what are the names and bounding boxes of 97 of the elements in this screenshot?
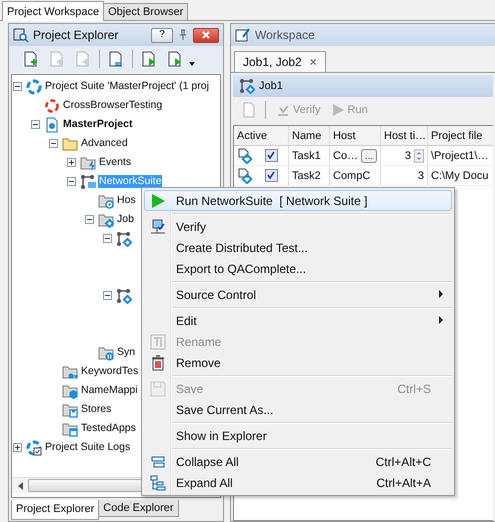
document-icon [44, 116, 60, 132]
table-cell-text: C:\My Docu [430, 168, 490, 184]
folder-pause-icon [98, 344, 114, 360]
table-cell: Co… [333, 150, 358, 162]
close-icon [201, 30, 211, 40]
text-field-icon [150, 334, 166, 350]
tree-item[interactable]: Advanced [80, 137, 129, 150]
collapse-toggle[interactable] [103, 234, 112, 243]
tree-item[interactable]: Stores [80, 403, 112, 416]
tree-item[interactable]: TestedApps [80, 422, 137, 435]
column-header[interactable]: Host ti… [381, 126, 428, 145]
table-cell: Task1 [289, 146, 330, 165]
active-checkbox[interactable] [265, 149, 278, 162]
panel-title: Project Explorer [33, 28, 120, 42]
folder-icon [62, 136, 78, 152]
tree-item[interactable]: Project Suite Logs [44, 441, 132, 454]
menu-item[interactable]: Source Control [144, 284, 452, 305]
collapse-toggle[interactable] [49, 139, 58, 148]
folder-key-icon [62, 364, 78, 380]
tree-item[interactable]: NameMappi [80, 384, 139, 397]
job-title: Job1 [259, 80, 283, 92]
ring-icon [44, 98, 60, 114]
arrow-icon[interactable] [18, 482, 24, 490]
document-tab[interactable]: Job1, Job2 × [234, 51, 326, 72]
expand-toggle[interactable] [67, 158, 76, 167]
document-plus-icon [22, 50, 40, 68]
close-icon[interactable]: × [310, 55, 317, 69]
table-cell: Task2 [289, 166, 330, 185]
table-cell: 3 [418, 170, 424, 182]
pencil-icon [235, 27, 251, 43]
help-button[interactable]: ? [151, 28, 173, 42]
computer-icon [150, 218, 166, 234]
browse-button[interactable]: … [361, 148, 377, 162]
menu-item[interactable]: Create Distributed Test... [144, 237, 452, 258]
network-icon [239, 78, 255, 94]
tree-item[interactable]: Syn [116, 346, 136, 359]
play-icon [150, 192, 166, 208]
network-icon [116, 230, 132, 246]
folder-diamond-icon [98, 212, 114, 228]
tree-item[interactable]: KeywordTes [80, 365, 140, 378]
column-header[interactable]: Name [289, 126, 330, 145]
floppy-icon [150, 380, 166, 396]
workspace-tab[interactable]: Project Workspace [2, 1, 104, 21]
document-plus-icon [74, 50, 92, 68]
menu-item[interactable]: Show in Explorer [144, 425, 452, 446]
collapse-icon [150, 454, 166, 470]
play-icon [330, 103, 345, 117]
check-icon [276, 103, 290, 117]
network-icon [80, 174, 96, 190]
menu-item[interactable]: Save Current As... [144, 399, 452, 420]
folder-target-icon [98, 192, 114, 208]
collapse-toggle[interactable] [103, 291, 112, 300]
menu-item[interactable]: Run NetworkSuite [ Network Suite ] [144, 190, 452, 211]
folder-bolt-icon [80, 154, 96, 170]
menu-item[interactable]: Export to QAComplete... [144, 258, 452, 279]
folder-cube-icon [62, 382, 78, 398]
workspace-tab[interactable]: Object Browser [103, 3, 188, 20]
task-icon [237, 168, 253, 184]
tree-item[interactable]: MasterProject [62, 118, 134, 131]
collapse-toggle[interactable] [13, 82, 22, 91]
suite-icon [26, 78, 42, 94]
tree-item[interactable]: Events [98, 156, 132, 169]
menu-item[interactable]: Collapse All Ctrl+Alt+C [144, 451, 452, 472]
suite-log-icon [26, 440, 42, 456]
column-header[interactable]: Active [234, 126, 289, 145]
panel-tab[interactable]: Code Explorer [98, 500, 179, 517]
folder-window-icon [62, 420, 78, 436]
table-cell: CompC [333, 170, 370, 182]
table-cell: 3 [404, 150, 411, 162]
menu-item[interactable]: Edit [144, 310, 452, 331]
expand-toggle[interactable] [13, 443, 22, 452]
tree-item[interactable]: Hos [116, 194, 137, 207]
task-icon [237, 148, 253, 164]
spinner-icon[interactable] [414, 148, 424, 164]
menu-item[interactable]: Expand All Ctrl+Alt+A [144, 472, 452, 493]
tree-icon [150, 474, 166, 490]
close-button[interactable] [193, 28, 219, 42]
tree-item[interactable]: CrossBrowserTesting [62, 99, 164, 112]
collapse-toggle[interactable] [85, 215, 94, 224]
column-header[interactable]: Host [330, 126, 381, 145]
collapse-toggle[interactable] [31, 120, 40, 129]
tree-item[interactable]: Project Suite 'MasterProject' (1 proj [44, 80, 210, 93]
collapse-toggle[interactable] [67, 177, 76, 186]
panel-title: Workspace [255, 28, 316, 42]
table-cell-text: \Project1\… [430, 148, 490, 164]
column-header[interactable]: Project file [428, 126, 493, 145]
active-checkbox[interactable] [265, 169, 278, 182]
trash-icon [150, 354, 166, 370]
menu-item[interactable]: Remove [144, 352, 452, 373]
menu-item[interactable]: Verify [144, 216, 452, 237]
caret-icon[interactable] [189, 62, 195, 66]
pin-icon[interactable] [177, 29, 189, 41]
panel-tab[interactable]: Project Explorer [11, 500, 100, 520]
network-icon [116, 288, 132, 304]
document-plus-icon [48, 50, 66, 68]
tree-item[interactable]: Job [116, 213, 135, 226]
search-icon [13, 27, 29, 43]
